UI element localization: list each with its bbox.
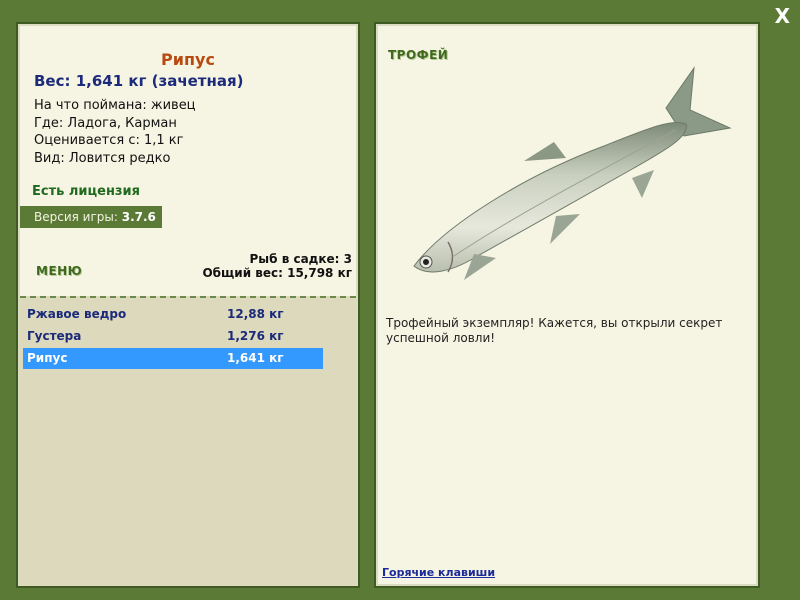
bait-line: На что поймана: живец (34, 98, 196, 113)
version-label: Версия игры: (34, 210, 118, 224)
keepnet-stats: Рыб в садке: 3 Общий вес: 15,798 кг (202, 252, 352, 280)
fish-weight: Вес: 1,641 кг (зачетная) (34, 72, 244, 90)
menu-button[interactable]: МЕНЮ (36, 264, 82, 278)
catch-weight: 12,88 кг (227, 307, 284, 321)
trophy-header: ТРОФЕЙ (388, 48, 449, 62)
catch-list: Ржавое ведро 12,88 кг Густера 1,276 кг Р… (20, 296, 356, 586)
version-bar: Версия игры: 3.7.6 (20, 206, 162, 228)
hotkeys-link[interactable]: Горячие клавиши (382, 566, 495, 579)
fish-info-panel: Рипус Вес: 1,641 кг (зачетная) На что по… (16, 22, 360, 588)
trophy-panel: ТРОФЕЙ Трофейный экземпляр! Кажется, вы … (374, 22, 760, 588)
keepnet-total-weight: Общий вес: 15,798 кг (202, 266, 352, 280)
catch-name: Рипус (27, 351, 68, 365)
fish-details: На что поймана: живец Где: Ладога, Карма… (34, 97, 196, 167)
fish-title: Рипус (161, 50, 215, 69)
version-value: 3.7.6 (121, 210, 156, 224)
location-line: Где: Ладога, Карман (34, 115, 177, 131)
catch-name: Ржавое ведро (27, 307, 127, 321)
catch-weight: 1,276 кг (227, 329, 284, 343)
trophy-message: Трофейный экземпляр! Кажется, вы открыли… (386, 316, 723, 345)
close-button[interactable]: X (775, 4, 790, 28)
license-status: Есть лицензия (32, 184, 140, 199)
keepnet-count: Рыб в садке: 3 (249, 252, 353, 266)
catch-name: Густера (27, 329, 82, 343)
rated-from-line: Оценивается с: 1,1 кг (34, 133, 184, 148)
catch-row[interactable]: Густера 1,276 кг (23, 326, 323, 347)
species-rarity-line: Вид: Ловится редко (34, 150, 171, 166)
fish-image (413, 66, 732, 280)
catch-row-selected[interactable]: Рипус 1,641 кг (23, 348, 323, 369)
catch-row[interactable]: Ржавое ведро 12,88 кг (23, 304, 323, 325)
catch-weight: 1,641 кг (227, 351, 284, 365)
